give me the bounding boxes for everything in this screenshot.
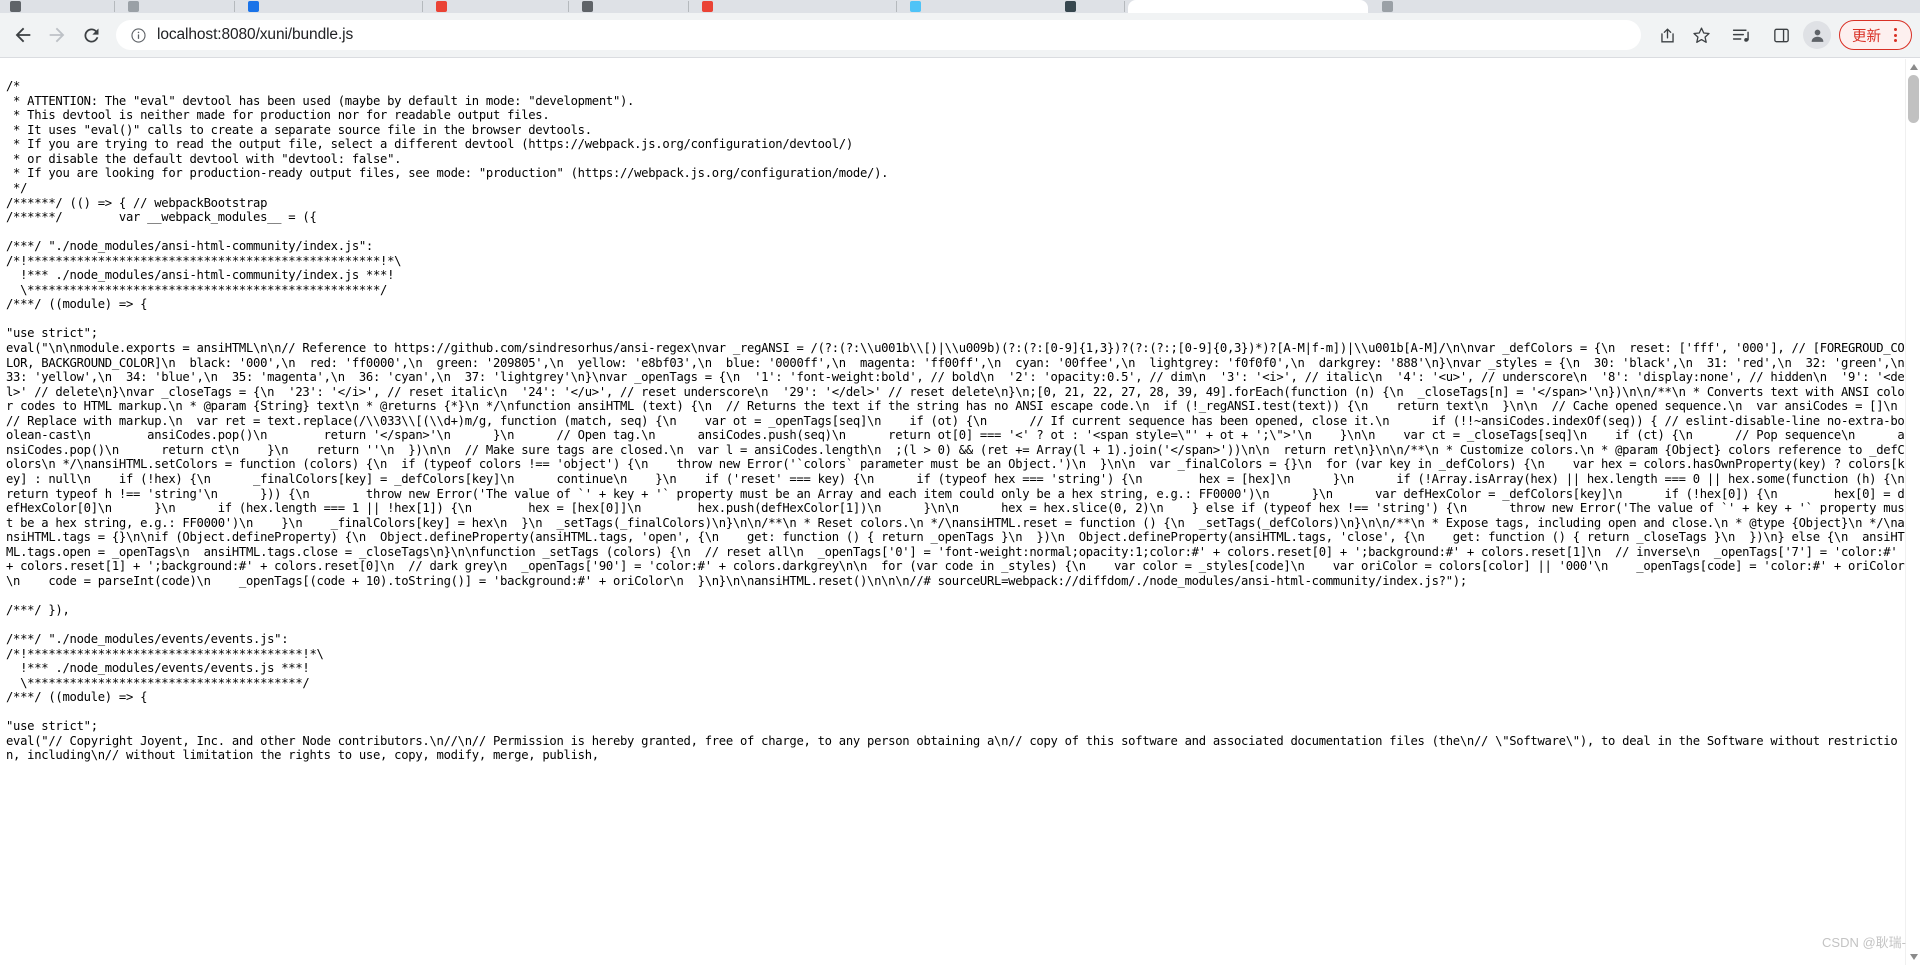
tab-favicon-icon: [582, 1, 593, 12]
tab-favicon-icon: [1138, 1, 1149, 12]
tab-separator: [568, 1, 569, 12]
browser-tab[interactable]: [572, 0, 684, 13]
forward-button[interactable]: [42, 20, 72, 50]
source-line: \***************************************…: [6, 282, 388, 297]
source-line: [6, 588, 1905, 603]
source-line: /***/ ((module) => {: [6, 690, 148, 705]
back-button[interactable]: [8, 20, 38, 50]
chrome-menu-icon[interactable]: [1885, 23, 1905, 47]
source-line: !*** ./node_modules/events/events.js ***…: [6, 661, 310, 676]
url-text: localhost:8080/xuni/bundle.js: [157, 26, 354, 43]
source-line: [6, 705, 1905, 720]
source-line: [6, 225, 1905, 240]
source-line: * or disable the default devtool with "d…: [6, 151, 402, 166]
source-line: */: [6, 181, 28, 196]
source-code-text: /* * ATTENTION: The "eval" devtool has b…: [0, 71, 1905, 763]
source-line: /*!*************************************…: [6, 253, 402, 268]
source-line: "use strict";: [6, 719, 98, 734]
info-circle-icon[interactable]: [130, 27, 147, 44]
source-line: * This devtool is neither made for produ…: [6, 108, 550, 123]
profile-avatar[interactable]: [1803, 21, 1831, 49]
update-button[interactable]: 更新: [1839, 20, 1912, 50]
browser-tab-active[interactable]: [1128, 0, 1368, 13]
tab-favicon-icon: [436, 1, 447, 12]
source-line: /***/ "./node_modules/ansi-html-communit…: [6, 239, 373, 254]
tab-favicon-icon: [1065, 1, 1076, 12]
source-line: [6, 617, 1905, 632]
scrollbar-thumb[interactable]: [1908, 75, 1919, 123]
source-line: /******/ (() => { // webpackBootstrap: [6, 195, 268, 210]
browser-tab[interactable]: [0, 0, 110, 13]
tab-strip: [0, 0, 1920, 13]
reload-button[interactable]: [76, 20, 106, 50]
tab-separator: [1124, 1, 1125, 12]
tab-favicon-icon: [702, 1, 713, 12]
source-line: /***/ "./node_modules/events/events.js":: [6, 631, 289, 646]
source-line: /***/ ((module) => {: [6, 297, 148, 312]
browser-tab[interactable]: [692, 0, 892, 13]
tab-separator: [422, 1, 423, 12]
tab-separator: [688, 1, 689, 12]
browser-tab[interactable]: [426, 0, 564, 13]
tab-separator: [896, 1, 897, 12]
source-line: * It uses "eval()" calls to create a sep…: [6, 122, 592, 137]
side-panel-icon[interactable]: [1765, 19, 1797, 51]
update-button-label: 更新: [1852, 28, 1881, 45]
scroll-up-arrow[interactable]: [1906, 59, 1920, 75]
source-line: eval("// Copyright Joyent, Inc. and othe…: [6, 733, 1898, 763]
browser-tab[interactable]: [118, 0, 230, 13]
browser-toolbar: localhost:8080/xuni/bundle.js 更新: [0, 13, 1920, 58]
tab-favicon-icon: [910, 1, 921, 12]
source-line: eval("\n\nmodule.exports = ansiHTML\n\n/…: [6, 341, 1905, 588]
address-bar[interactable]: localhost:8080/xuni/bundle.js: [116, 20, 1641, 50]
source-line: * If you are looking for production-read…: [6, 166, 889, 181]
tab-separator: [114, 1, 115, 12]
source-line: /***/ }),: [6, 602, 70, 617]
tab-favicon-icon: [128, 1, 139, 12]
source-line: "use strict";: [6, 326, 98, 341]
tab-favicon-icon: [248, 1, 259, 12]
page-viewport: /* * ATTENTION: The "eval" devtool has b…: [0, 59, 1920, 965]
source-line: !*** ./node_modules/ansi-html-community/…: [6, 268, 395, 283]
tab-favicon-icon: [10, 1, 21, 12]
source-line: /*: [6, 79, 21, 94]
browser-tab[interactable]: [1055, 0, 1115, 13]
tab-favicon-icon: [1382, 1, 1393, 12]
browser-tab[interactable]: [238, 0, 418, 13]
browser-tab[interactable]: [900, 0, 1050, 13]
browser-tab[interactable]: [1372, 0, 1532, 13]
browser-window: localhost:8080/xuni/bundle.js 更新 /* * AT…: [0, 0, 1920, 965]
bookmark-star-icon[interactable]: [1685, 19, 1717, 51]
scroll-down-arrow[interactable]: [1906, 949, 1920, 965]
source-line: * ATTENTION: The "eval" devtool has been…: [6, 93, 635, 108]
source-line: * If you are trying to read the output f…: [6, 137, 853, 152]
share-icon[interactable]: [1651, 19, 1683, 51]
media-control-icon[interactable]: [1725, 19, 1757, 51]
source-line: \***************************************…: [6, 675, 310, 690]
source-line: /*!*************************************…: [6, 646, 324, 661]
tab-separator: [234, 1, 235, 12]
source-line: /******/ var __webpack_modules__ = ({: [6, 210, 317, 225]
source-line: [6, 312, 1905, 327]
vertical-scrollbar[interactable]: [1905, 59, 1920, 965]
